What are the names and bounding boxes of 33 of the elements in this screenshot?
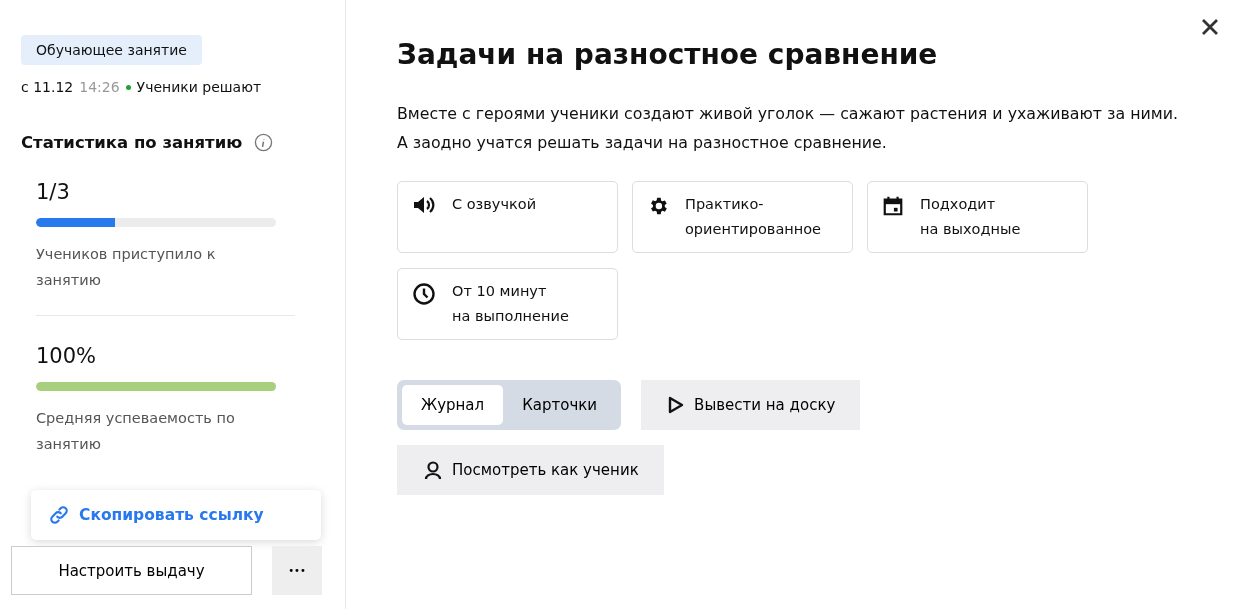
feature-text: Подходит [920,195,997,214]
person-icon [424,460,442,480]
start-time: 14:26 [79,79,120,95]
stat-value: 100% [36,344,98,368]
action-button[interactable]: Вывести на доску [641,380,861,430]
feature-text: Практико- [685,195,765,214]
setup-button[interactable]: Настроить выдачу [11,546,252,595]
feature-text: С озвучкой [452,195,537,214]
status-text: Ученики решают [136,79,262,95]
more-button[interactable]: ••• [272,546,322,595]
calendar-icon [882,195,904,217]
stats-title: Статистика по занятию [21,133,243,152]
info-icon[interactable] [254,133,274,152]
start-date: с 11.12 [21,79,74,95]
copy-link-item[interactable]: Скопировать ссылку [49,505,264,525]
stat-caption: Средняя успеваемость по занятию [36,409,236,454]
close-icon[interactable] [1201,18,1219,36]
stat-caption: Учеников приступило к занятию [36,245,217,290]
lesson-type-badge: Обучающее занятие [21,35,202,65]
feature-text: От 10 минут [452,282,548,301]
description: Вместе с героями ученики создают живой уголок — сажают растения и ухаживают за ними. А заодно учатся решать задачи на разностное сравнение. [397,103,1179,154]
clock-icon [412,282,436,306]
action-button[interactable]: Посмотреть как ученик [397,445,664,495]
feature-text: на выполнение [452,307,569,326]
view-tab[interactable]: Журнал [402,385,504,425]
stat-value: 1/3 [36,180,71,204]
play-icon [668,396,685,414]
view-tab[interactable]: Карточки [503,385,617,425]
link-icon [49,505,69,525]
speaker-icon [412,195,436,215]
page-title: Задачи на разностное сравнение [397,38,939,71]
feature-text: ориентированное [685,220,822,239]
feature-text: на выходные [920,220,1021,239]
